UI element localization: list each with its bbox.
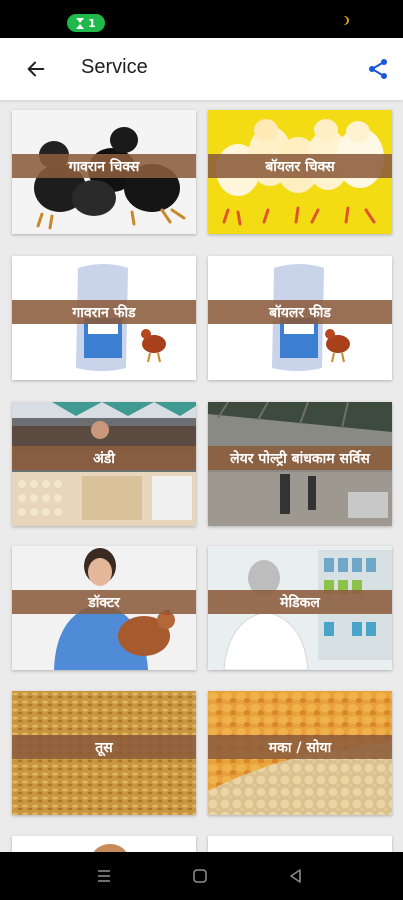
service-label-band: तूस — [12, 735, 196, 759]
service-label: बॉयलर फीड — [269, 304, 331, 321]
service-label: डॉक्टर — [88, 594, 120, 611]
service-label: मेडिकल — [280, 594, 320, 611]
service-label-band: लेयर पोल्ट्री बांधकाम सर्विस — [208, 446, 392, 470]
service-card-gavran-feed[interactable]: गावरान फीड — [12, 256, 196, 380]
service-label: लेयर पोल्ट्री बांधकाम सर्विस — [230, 450, 370, 467]
service-label: गावरान फीड — [72, 304, 136, 321]
service-card-doctor[interactable]: डॉक्टर — [12, 546, 196, 670]
back-button[interactable] — [20, 54, 52, 84]
service-label: गावरान चिक्स — [68, 158, 140, 175]
notification-pill: 1 — [67, 14, 105, 32]
service-label-band: बॉयलर चिक्स — [208, 154, 392, 178]
share-button[interactable] — [362, 53, 394, 85]
arrow-left-icon — [27, 61, 45, 77]
service-label-band: गावरान फीड — [12, 300, 196, 324]
service-card-broiler-feed[interactable]: बॉयलर फीड — [208, 256, 392, 380]
service-card-partial[interactable] — [208, 836, 392, 852]
notification-count: 1 — [88, 16, 96, 30]
recents-icon — [98, 870, 110, 882]
service-label-band: मेडिकल — [208, 590, 392, 614]
service-label-band: बॉयलर फीड — [208, 300, 392, 324]
nav-back-icon — [290, 869, 301, 883]
service-card-medical[interactable]: मेडिकल — [208, 546, 392, 670]
service-card-maize-soya[interactable]: मका / सोया — [208, 691, 392, 815]
service-label-band: अंडी — [12, 446, 196, 470]
service-card-partial[interactable] — [12, 836, 196, 852]
recents-button[interactable] — [94, 866, 114, 886]
service-label-band: गावरान चिक्स — [12, 154, 196, 178]
service-card-eggs[interactable]: अंडी — [12, 402, 196, 526]
app-bar: Service — [0, 38, 403, 100]
service-label: बॉयलर चिक्स — [265, 158, 335, 175]
service-label: मका / सोया — [268, 739, 332, 756]
nav-back-button[interactable] — [286, 866, 306, 886]
system-nav-bar — [0, 852, 403, 900]
partial-card-image — [208, 836, 392, 852]
service-label-band: डॉक्टर — [12, 590, 196, 614]
service-label-band: मका / सोया — [208, 735, 392, 759]
service-card-gavran-chicks[interactable]: गावरान चिक्स — [12, 110, 196, 234]
service-label: तूस — [95, 739, 113, 756]
home-button[interactable] — [190, 866, 210, 886]
moon-icon — [338, 16, 347, 25]
service-card-broiler-chicks[interactable]: बॉयलर चिक्स — [208, 110, 392, 234]
service-grid: गावरान चिक्स बॉयलर चिक्स गावरान फीड बॉयल… — [0, 100, 403, 852]
share-icon — [369, 59, 387, 79]
partial-card-image — [12, 836, 196, 852]
service-label: अंडी — [93, 450, 115, 467]
status-bar: 1 — [0, 0, 403, 38]
page-title: Service — [81, 56, 148, 78]
hourglass-icon — [76, 17, 85, 29]
home-icon — [193, 869, 207, 883]
service-card-husk[interactable]: तूस — [12, 691, 196, 815]
service-card-layer-poultry-construction[interactable]: लेयर पोल्ट्री बांधकाम सर्विस — [208, 402, 392, 526]
